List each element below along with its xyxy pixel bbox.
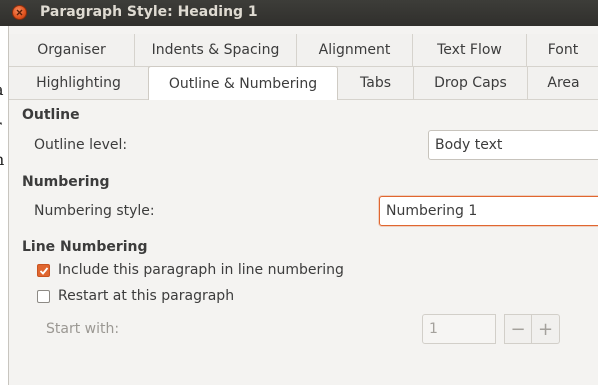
numbering-style-select[interactable]: Numbering 1 [379,196,598,226]
tab-label: Text Flow [437,42,502,58]
outline-level-select[interactable]: Body text [428,130,598,160]
tab-text-flow[interactable]: Text Flow [413,34,527,67]
include-line-numbering-label[interactable]: Include this paragraph in line numbering [58,262,344,278]
increment-button[interactable]: + [532,314,560,344]
restart-paragraph-label[interactable]: Restart at this paragraph [58,288,234,304]
tab-label: Outline & Numbering [168,75,318,92]
tab-label: Area [547,75,580,91]
line-numbering-section-title: Line Numbering [22,239,148,255]
window-title: Paragraph Style: Heading 1 [40,4,258,20]
tab-label: Drop Caps [434,75,507,91]
tab-organiser[interactable]: Organiser [9,34,135,67]
tab-label: Tabs [360,75,391,91]
checkmark-icon [39,267,49,275]
tab-label: Font [547,42,579,58]
decrement-button[interactable]: − [504,314,532,344]
numbering-section-title: Numbering [22,174,110,190]
outline-level-label: Outline level: [34,137,128,153]
tab-font[interactable]: Font [527,34,598,67]
numbering-style-label: Numbering style: [34,203,155,219]
close-icon [16,9,23,16]
tab-tabs[interactable]: Tabs [338,67,414,100]
include-line-numbering-checkbox[interactable] [37,264,50,277]
tab-alignment[interactable]: Alignment [297,34,413,67]
outline-section-title: Outline [22,107,80,123]
tab-label: Organiser [37,42,106,58]
minus-icon: − [510,318,526,340]
outline-level-value: Body text [435,137,503,153]
tab-drop-caps[interactable]: Drop Caps [414,67,528,100]
start-with-label: Start with: [46,321,120,337]
title-bar: Paragraph Style: Heading 1 [0,0,598,26]
tab-area[interactable]: Area [528,67,598,100]
restart-paragraph-checkbox[interactable] [37,290,50,303]
start-with-value: 1 [429,321,438,337]
plus-icon: + [537,318,554,340]
tab-outline-numbering[interactable]: Outline & Numbering [148,66,338,100]
background-document: d i a r n [0,0,8,385]
close-button[interactable] [12,5,27,20]
tab-indents-spacing[interactable]: Indents & Spacing [135,34,297,67]
start-with-input[interactable]: 1 [422,314,496,344]
numbering-style-value: Numbering 1 [386,203,478,219]
tab-label: Alignment [318,42,391,58]
tab-highlighting[interactable]: Highlighting [9,67,149,100]
tab-label: Indents & Spacing [151,42,280,58]
tab-label: Highlighting [36,75,121,91]
